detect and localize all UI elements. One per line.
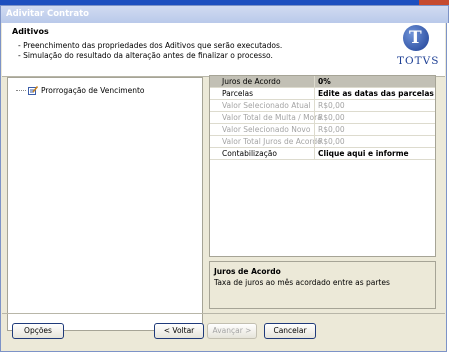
property-value[interactable]: 0% (318, 77, 331, 86)
property-grid[interactable]: Juros de Acordo 0% Parcelas Edite as dat… (209, 75, 436, 257)
description-title: Juros de Acordo (214, 267, 281, 276)
property-key: Contabilização (222, 149, 277, 158)
header-title: Aditivos (12, 27, 49, 36)
header-line-1: - Preenchimento das propriedades dos Adi… (18, 41, 283, 50)
property-key: Juros de Acordo (222, 77, 281, 86)
description-text: Taxa de juros ao mês acordado entre as p… (214, 278, 390, 287)
tree-connector (16, 89, 26, 91)
property-key: Valor Total de Multa / Mora (222, 113, 322, 122)
property-row-contabilizacao[interactable]: Contabilização Clique aqui e informe (210, 148, 435, 160)
dialog-frame: Aditivos - Preenchimento das propriedade… (0, 23, 447, 352)
form-edit-icon (28, 85, 39, 95)
wizard-header: Aditivos - Preenchimento das propriedade… (2, 23, 445, 77)
window-title: Adivitar Contrato (6, 9, 90, 19)
property-value: R$0,00 (318, 125, 345, 134)
property-value: R$0,00 (318, 137, 345, 146)
totvs-logo: T TOTVS (397, 25, 438, 73)
property-value[interactable]: Edite as datas das parcelas (318, 89, 434, 98)
header-line-2: - Simulação do resultado da alteração an… (18, 51, 273, 60)
aditivos-tree[interactable]: Prorrogação de Vencimento (7, 77, 203, 331)
property-value[interactable]: Clique aqui e informe (318, 149, 409, 158)
button-bar: Opções < Voltar Avançar > Cancelar (2, 313, 445, 352)
cancel-button[interactable]: Cancelar (264, 323, 316, 339)
property-key: Valor Total Juros de Acordo (222, 137, 322, 146)
tree-item-label: Prorrogação de Vencimento (41, 85, 145, 95)
property-row-valor-novo: Valor Selecionado Novo R$0,00 (210, 124, 435, 136)
property-row-parcelas[interactable]: Parcelas Edite as datas das parcelas (210, 88, 435, 100)
property-row-juros[interactable]: Juros de Acordo 0% (210, 76, 435, 88)
property-key: Valor Selecionado Atual (222, 101, 311, 110)
property-row-juros-total: Valor Total Juros de Acordo R$0,00 (210, 136, 435, 148)
next-button: Avançar > (207, 323, 257, 339)
totvs-logo-mark: T (403, 25, 429, 51)
property-value: R$0,00 (318, 113, 345, 122)
property-row-multa-mora: Valor Total de Multa / Mora R$0,00 (210, 112, 435, 124)
property-description: Juros de Acordo Taxa de juros ao mês aco… (209, 261, 436, 309)
property-value: R$0,00 (318, 101, 345, 110)
property-row-valor-atual: Valor Selecionado Atual R$0,00 (210, 100, 435, 112)
options-button[interactable]: Opções (12, 323, 64, 339)
totvs-logo-text: TOTVS (397, 55, 440, 67)
tree-item-prorrogacao[interactable]: Prorrogação de Vencimento (16, 84, 145, 96)
back-button[interactable]: < Voltar (154, 323, 204, 339)
title-bar[interactable]: Adivitar Contrato (0, 5, 449, 23)
property-key: Parcelas (222, 89, 254, 98)
property-key: Valor Selecionado Novo (222, 125, 311, 134)
